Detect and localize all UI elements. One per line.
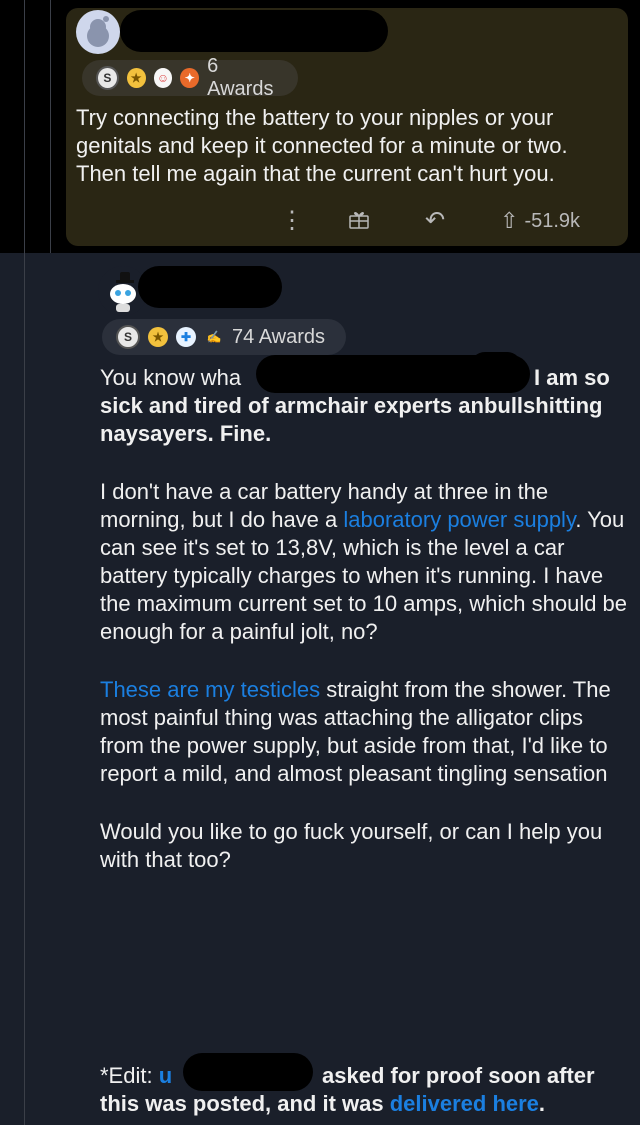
parent-awards[interactable]: S ★ ☺ ✦ 6 Awards xyxy=(82,55,298,100)
user-link[interactable]: u xyxy=(159,1063,172,1088)
laboratory-power-supply-link[interactable]: laboratory power supply xyxy=(343,507,575,532)
parent-avatar[interactable] xyxy=(76,10,120,54)
upvote-icon: ⇧ xyxy=(500,208,519,233)
thread-line xyxy=(24,0,25,1125)
reply-icon[interactable]: ↶ xyxy=(425,206,445,235)
testicles-link[interactable]: These are my testicles xyxy=(100,677,320,702)
redacted-text xyxy=(470,352,522,382)
reply-paragraph: I don't have a car battery handy at thre… xyxy=(100,479,628,644)
awards-label: 6 Awards xyxy=(207,55,274,100)
reply-awards[interactable]: S ★ ✚ ✍ 74 Awards xyxy=(102,319,346,355)
redacted-username xyxy=(138,266,282,308)
more-options-icon[interactable]: ⋮ xyxy=(280,206,304,235)
edit-note: *Edit: u asked for proof soon after this… xyxy=(100,1063,595,1116)
redacted-username xyxy=(120,10,388,52)
award-gold-icon: ★ xyxy=(148,327,168,347)
avatar-snoo-icon xyxy=(87,16,109,47)
redacted-username xyxy=(183,1053,313,1091)
parent-comment-body: Try connecting the battery to your nippl… xyxy=(76,105,568,186)
reply-paragraph: Would you like to go fuck yourself, or c… xyxy=(100,819,603,872)
give-award-icon[interactable] xyxy=(348,208,370,236)
award-bless-icon: ✍ xyxy=(206,330,222,344)
delivered-here-link[interactable]: delivered here xyxy=(390,1091,539,1116)
reply-paragraph: These are my testicles straight from the… xyxy=(100,677,611,786)
award-gold-icon: ★ xyxy=(126,68,146,88)
thread-line xyxy=(50,0,51,253)
award-silver-icon: S xyxy=(116,325,140,349)
reply-comment-body: You know wha I am so sick and tired of a… xyxy=(100,364,632,874)
vote-count: -51.9k xyxy=(524,209,581,232)
parent-actions: ⋮ ↶ ⇧ -51.9k xyxy=(270,206,610,240)
awards-label: 74 Awards xyxy=(232,325,326,348)
award-wholesome-icon: ☺ xyxy=(153,68,173,88)
award-rocket-icon: ✦ xyxy=(180,68,200,88)
award-silver-icon: S xyxy=(96,66,119,90)
award-helpful-icon: ✚ xyxy=(176,327,196,347)
upvote-button[interactable]: ⇧ -51.9k xyxy=(500,208,580,234)
